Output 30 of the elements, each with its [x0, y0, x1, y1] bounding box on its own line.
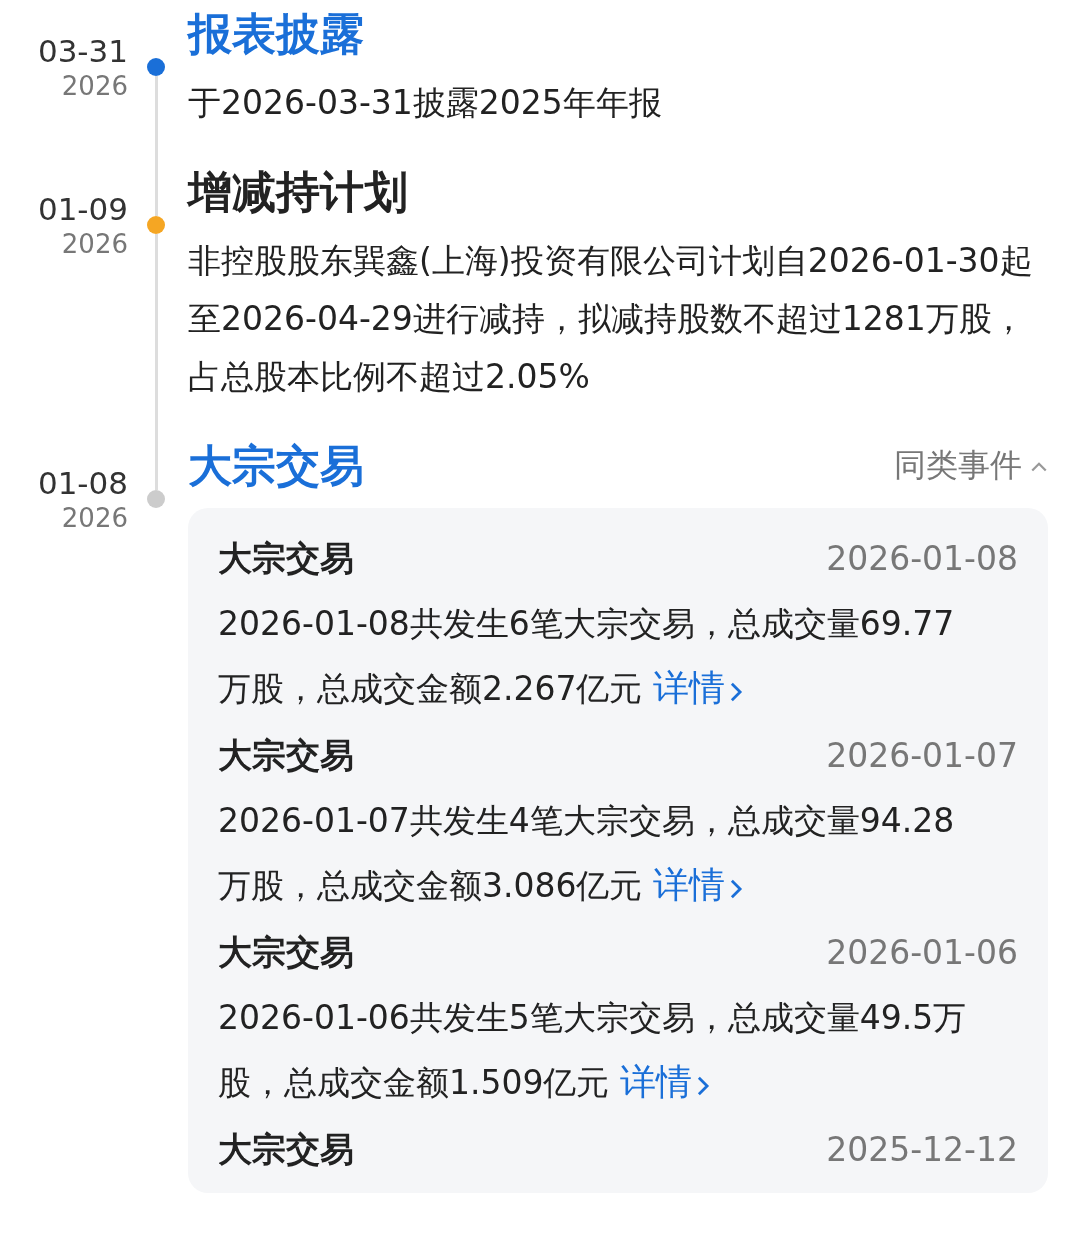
related-event-date: 2025-12-12 [826, 1129, 1018, 1169]
related-event-description: 2026-01-07共发生4笔大宗交易，总成交量94.28万股，总成交金额3.086亿元 详情 [218, 800, 956, 907]
event-year: 2026 [61, 502, 128, 534]
related-event-title: 大宗交易 [218, 734, 354, 777]
event-title[interactable]: 大宗交易 [188, 438, 364, 494]
details-link[interactable]: 详情 [652, 864, 743, 905]
event-year: 2026 [61, 70, 128, 102]
event-date: 01-09 [37, 190, 128, 228]
related-event-title: 大宗交易 [218, 931, 354, 974]
event-title: 增减持计划 [188, 165, 408, 219]
event-description: 于2026-03-31披露2025年年报 [188, 82, 663, 124]
related-event-title: 大宗交易 [218, 537, 354, 580]
related-event-date: 2026-01-08 [826, 538, 1018, 578]
event-date: 03-31 [37, 32, 128, 70]
details-link[interactable]: 详情 [652, 667, 743, 708]
related-event-title: 大宗交易 [218, 1128, 354, 1171]
related-event-date: 2026-01-06 [826, 932, 1018, 972]
event-date: 01-08 [37, 464, 128, 502]
details-link[interactable]: 详情 [619, 1061, 710, 1102]
event-year: 2026 [61, 228, 128, 260]
chevron-right-icon [728, 681, 743, 703]
related-event-description: 2026-01-06共发生5笔大宗交易，总成交量49.5万股，总成交金额1.509亿元 详情 [218, 997, 968, 1104]
event-title[interactable]: 报表披露 [188, 6, 364, 62]
related-event-date: 2026-01-07 [826, 735, 1018, 775]
event-description: 非控股股东巽鑫(上海)投资有限公司计划自2026-01-30起至2026-04-29进行减持，拟减持股数不超过1281万股，占总股本比例不超过2.05% [188, 240, 1034, 398]
related-events-button[interactable]: 同类事件 [894, 444, 1048, 488]
related-event-description: 2026-01-08共发生6笔大宗交易，总成交量69.77万股，总成交金额2.267亿元 详情 [218, 603, 956, 710]
chevron-right-icon [728, 878, 743, 900]
caret-icon [1030, 460, 1048, 472]
chevron-right-icon [695, 1075, 710, 1097]
